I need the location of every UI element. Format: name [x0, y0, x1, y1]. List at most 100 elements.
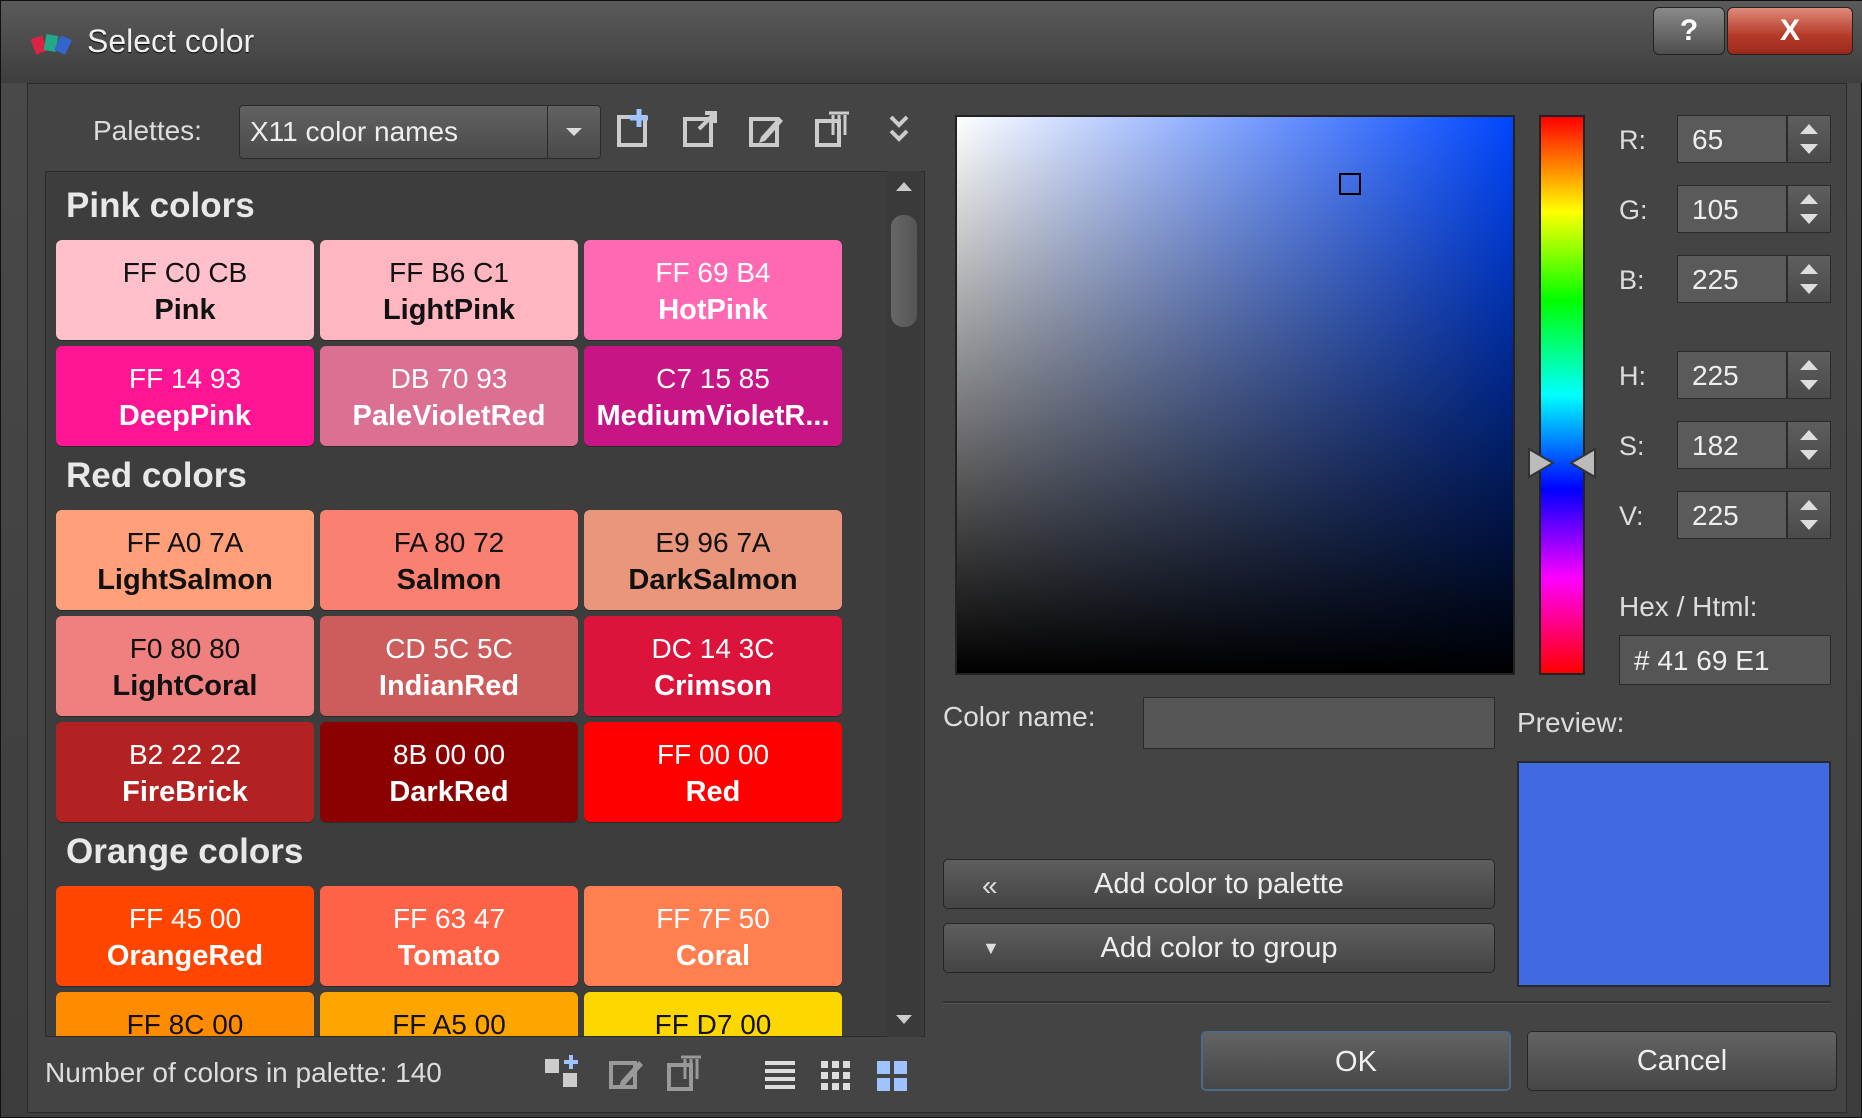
spin-down-icon[interactable]	[1800, 144, 1818, 154]
channel-label: S:	[1619, 431, 1645, 461]
spin-down-icon[interactable]	[1800, 380, 1818, 390]
color-name-input[interactable]	[1143, 697, 1495, 749]
add-to-group-label: Add color to group	[1100, 932, 1338, 964]
hue-handle-left-icon[interactable]	[1527, 447, 1555, 479]
preview-label: Preview:	[1517, 707, 1625, 738]
color-swatch[interactable]: DC 14 3C Crimson	[584, 616, 842, 716]
ok-button[interactable]: OK	[1201, 1031, 1511, 1091]
help-button[interactable]: ?	[1653, 7, 1725, 55]
channel-spinner[interactable]	[1787, 255, 1831, 303]
scroll-up-icon[interactable]	[894, 179, 914, 193]
hex-input[interactable]: # 41 69 E1	[1619, 635, 1831, 685]
delete-color-icon[interactable]	[663, 1051, 709, 1097]
swatch-hex: 8B 00 00	[392, 739, 506, 770]
add-to-palette-label: Add color to palette	[1094, 868, 1344, 900]
expand-more-icon[interactable]	[875, 105, 923, 153]
swatch-hex: DC 14 3C	[651, 633, 775, 664]
spin-up-icon[interactable]	[1800, 430, 1818, 440]
app-icon	[31, 34, 72, 55]
color-swatch[interactable]: FA 80 72 Salmon	[320, 510, 578, 610]
channel-label: V:	[1619, 501, 1644, 531]
color-swatch[interactable]: FF 8C 00	[56, 992, 314, 1037]
add-to-palette-button[interactable]: « Add color to palette	[943, 859, 1495, 909]
color-swatch[interactable]: FF 00 00 Red	[584, 722, 842, 822]
swatch-name: FireBrick	[122, 776, 248, 808]
swatch-name: LightPink	[382, 294, 516, 326]
channel-label: B:	[1619, 265, 1645, 295]
palette-color-list[interactable]: Pink colors FF C0 CB Pink FF B6 C1 LightPink…	[45, 171, 925, 1037]
color-swatch[interactable]: FF 7F 50 Coral	[584, 886, 842, 986]
chevron-down-icon[interactable]	[547, 106, 600, 158]
color-swatch[interactable]: E9 96 7A DarkSalmon	[584, 510, 842, 610]
color-swatch[interactable]: FF 69 B4 HotPink	[584, 240, 842, 340]
small-grid-icon[interactable]	[813, 1051, 859, 1097]
channel-spinner[interactable]	[1787, 421, 1831, 469]
channel-input[interactable]: 65	[1677, 115, 1787, 163]
color-swatch[interactable]: FF B6 C1 LightPink	[320, 240, 578, 340]
channel-spinner[interactable]	[1787, 115, 1831, 163]
channel-spinner[interactable]	[1787, 351, 1831, 399]
color-swatch[interactable]: FF C0 CB Pink	[56, 240, 314, 340]
cancel-button[interactable]: Cancel	[1527, 1031, 1837, 1091]
channel-input[interactable]: 105	[1677, 185, 1787, 233]
color-swatch[interactable]: DB 70 93 PaleVioletRed	[320, 346, 578, 446]
edit-color-icon[interactable]	[605, 1051, 651, 1097]
hue-handle-right-icon[interactable]	[1569, 447, 1597, 479]
add-color-icon[interactable]	[541, 1051, 587, 1097]
swatch-hex: FF 8C 00	[126, 1009, 244, 1037]
color-swatch[interactable]: FF A0 7A LightSalmon	[56, 510, 314, 610]
color-swatch[interactable]: F0 80 80 LightCoral	[56, 616, 314, 716]
channel-input[interactable]: 225	[1677, 351, 1787, 399]
spin-down-icon[interactable]	[1800, 284, 1818, 294]
delete-palette-icon[interactable]	[809, 105, 857, 153]
large-grid-icon[interactable]	[869, 1051, 915, 1097]
spin-down-icon[interactable]	[1800, 214, 1818, 224]
spin-up-icon[interactable]	[1800, 264, 1818, 274]
swatch-hex: FF 14 93	[128, 363, 242, 394]
palette-scrollbar[interactable]	[887, 171, 921, 1037]
color-swatch[interactable]: FF 63 47 Tomato	[320, 886, 578, 986]
swatch-name: DarkSalmon	[628, 564, 798, 596]
channel-label: G:	[1619, 195, 1648, 225]
add-palette-icon[interactable]	[611, 105, 659, 153]
palette-select-value: X11 color names	[250, 116, 459, 147]
channel-input[interactable]: 225	[1677, 491, 1787, 539]
spin-up-icon[interactable]	[1800, 500, 1818, 510]
close-button[interactable]: X	[1727, 7, 1853, 55]
swatch-name: HotPink	[658, 294, 768, 326]
channel-spinner[interactable]	[1787, 491, 1831, 539]
color-swatch[interactable]: 8B 00 00 DarkRed	[320, 722, 578, 822]
scroll-thumb[interactable]	[891, 215, 917, 327]
channel-input[interactable]: 225	[1677, 255, 1787, 303]
sv-picker-marker[interactable]	[1339, 173, 1361, 195]
channel-spinner[interactable]	[1787, 185, 1831, 233]
spin-down-icon[interactable]	[1800, 520, 1818, 530]
spin-up-icon[interactable]	[1800, 194, 1818, 204]
add-to-group-button[interactable]: ▼ Add color to group	[943, 923, 1495, 973]
color-swatch[interactable]: FF 14 93 DeepPink	[56, 346, 314, 446]
saturation-value-square[interactable]	[955, 115, 1515, 675]
swatch-name: Tomato	[397, 940, 501, 972]
spin-down-icon[interactable]	[1800, 450, 1818, 460]
palettes-label: Palettes:	[93, 115, 202, 146]
color-swatch[interactable]: FF D7 00	[584, 992, 842, 1036]
spin-up-icon[interactable]	[1800, 360, 1818, 370]
palette-select[interactable]: X11 color names	[239, 105, 601, 159]
spin-up-icon[interactable]	[1800, 124, 1818, 134]
palette-count: Number of colors in palette: 140	[45, 1057, 442, 1088]
color-swatch[interactable]: C7 15 85 MediumVioletR...	[584, 346, 842, 446]
list-view-icon[interactable]	[757, 1051, 803, 1097]
swatch-hex: FF A0 7A	[126, 527, 244, 558]
color-swatch[interactable]: FF A5 00	[320, 992, 578, 1036]
channel-input[interactable]: 182	[1677, 421, 1787, 469]
import-palette-icon[interactable]	[677, 105, 725, 153]
edit-palette-icon[interactable]	[743, 105, 791, 153]
color-swatch[interactable]: FF 45 00 OrangeRed	[56, 886, 314, 986]
color-swatch[interactable]: CD 5C 5C IndianRed	[320, 616, 578, 716]
swatch-hex: FA 80 72	[393, 527, 505, 558]
scroll-down-icon[interactable]	[894, 1013, 914, 1027]
swatch-name: LightCoral	[112, 670, 258, 702]
hue-slider[interactable]	[1539, 115, 1585, 675]
title-bar[interactable]: Select color ? X	[1, 1, 1862, 83]
color-swatch[interactable]: B2 22 22 FireBrick	[56, 722, 314, 822]
